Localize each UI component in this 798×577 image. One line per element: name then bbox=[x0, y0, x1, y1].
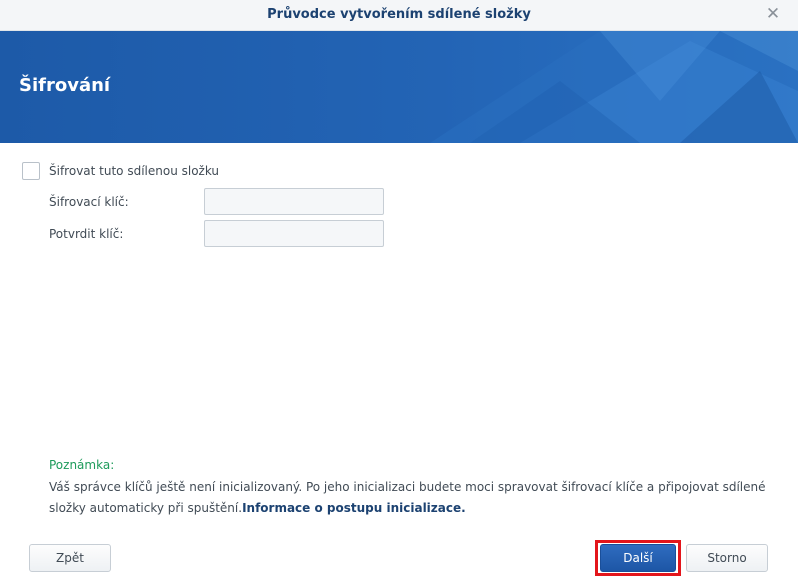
header-banner: Šifrování bbox=[0, 31, 798, 143]
encryption-key-label: Šifrovací klíč: bbox=[49, 195, 129, 209]
next-button[interactable]: Další bbox=[600, 544, 676, 572]
encrypt-checkbox-label[interactable]: Šifrovat tuto sdílenou složku bbox=[49, 164, 219, 178]
banner-decoration bbox=[430, 31, 798, 143]
close-icon[interactable]: ✕ bbox=[764, 5, 782, 23]
encryption-key-input[interactable] bbox=[204, 188, 384, 215]
init-info-link[interactable]: Informace o postupu inicializace. bbox=[242, 501, 466, 515]
window-titlebar: Průvodce vytvořením sdílené složky ✕ bbox=[0, 0, 798, 31]
encrypt-option: Šifrovat tuto sdílenou složku bbox=[22, 162, 219, 180]
confirm-key-input[interactable] bbox=[204, 220, 384, 247]
banner-title: Šifrování bbox=[19, 75, 111, 96]
confirm-key-label: Potvrdit klíč: bbox=[49, 227, 124, 241]
note-text: Váš správce klíčů ještě není inicializov… bbox=[49, 477, 779, 519]
note-title: Poznámka: bbox=[49, 458, 115, 472]
cancel-button[interactable]: Storno bbox=[686, 544, 768, 572]
window-title: Průvodce vytvořením sdílené složky bbox=[267, 7, 531, 22]
back-button[interactable]: Zpět bbox=[29, 544, 111, 572]
encrypt-checkbox[interactable] bbox=[22, 162, 40, 180]
